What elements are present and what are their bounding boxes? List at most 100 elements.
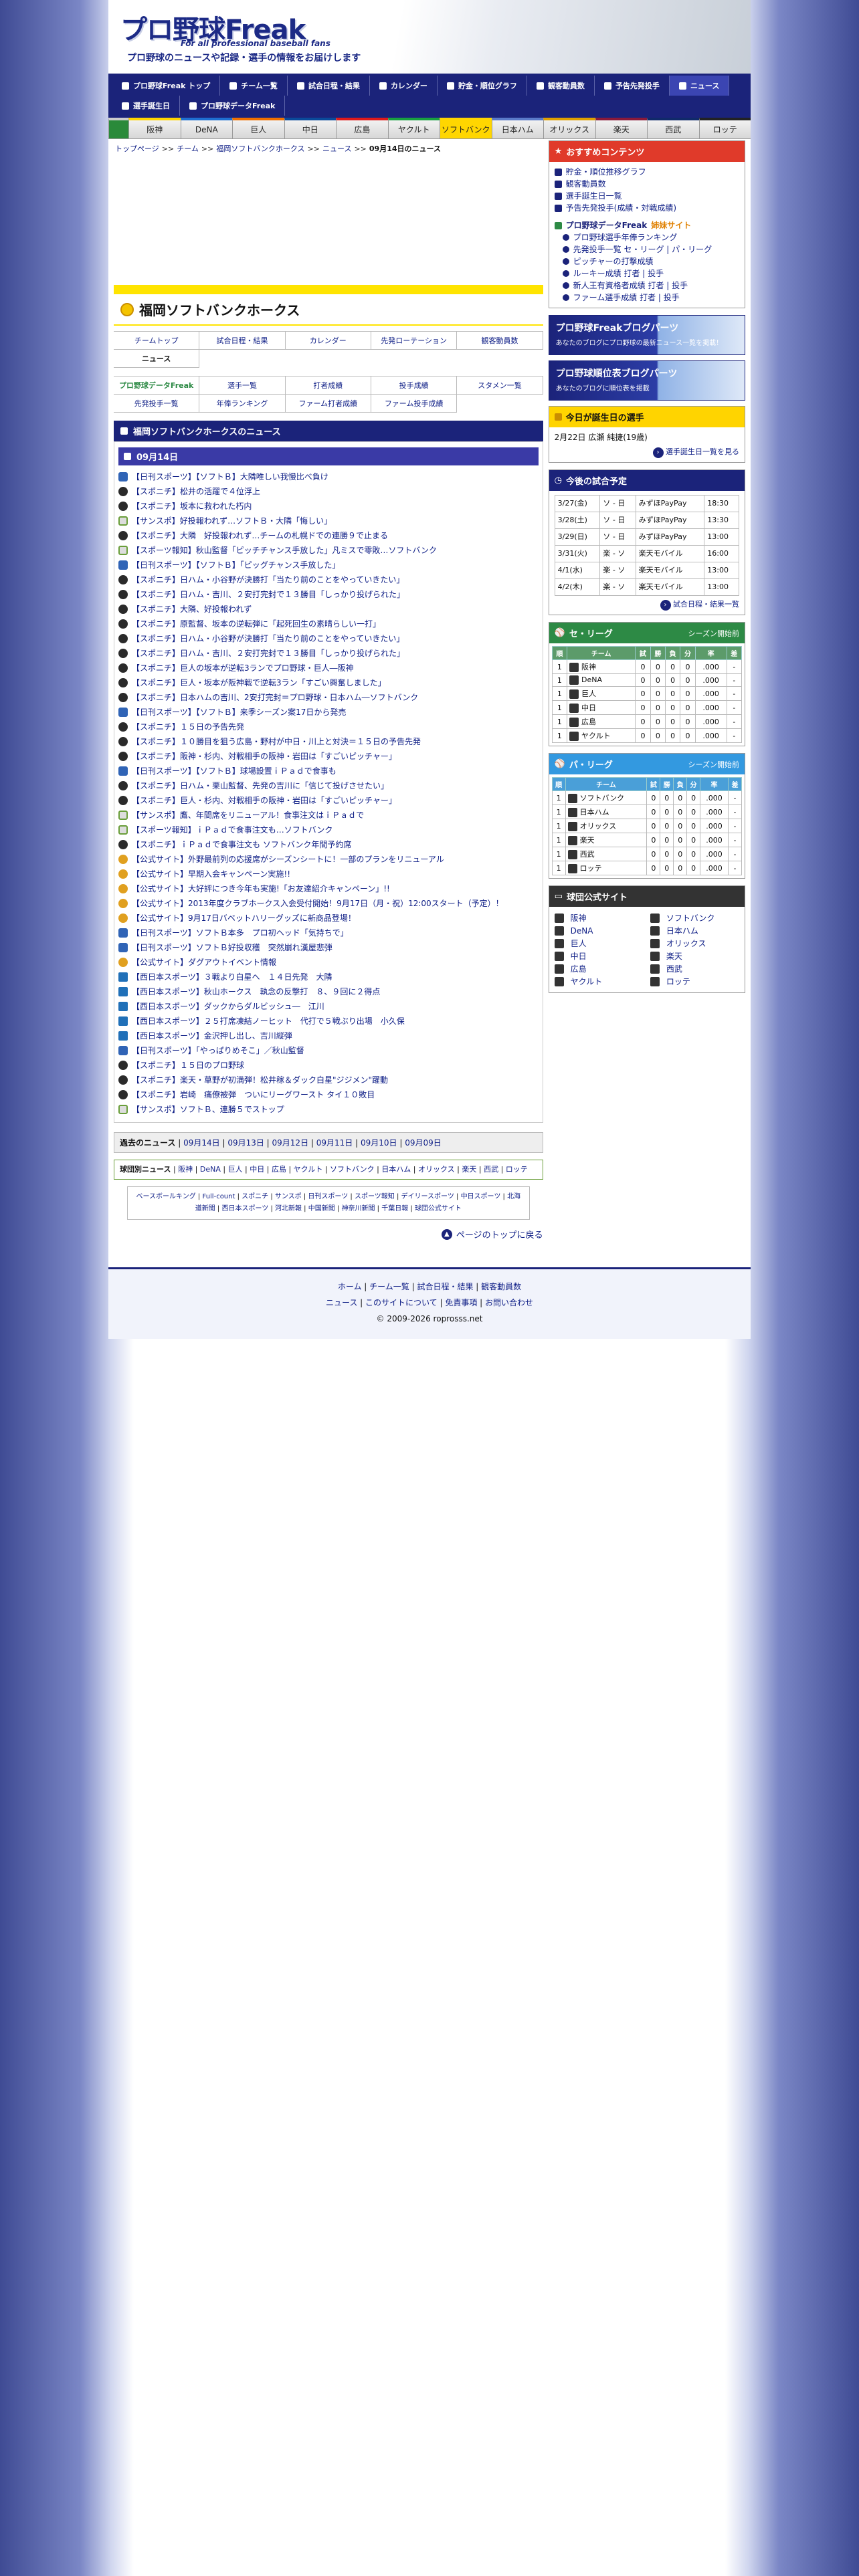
news-item[interactable]: 【スポニチ】原監督、坂本の逆転弾に「起死回生の素晴らしい一打」: [118, 617, 539, 631]
standings-team[interactable]: 阪神: [566, 659, 636, 674]
news-item[interactable]: 【西日本スポーツ】３戦より白星へ １４日先発 大隣: [118, 970, 539, 984]
news-item[interactable]: 【公式サイト】大好評につき今年も実施!「お友達紹介キャンペーン」!!: [118, 881, 539, 896]
official-site-name[interactable]: 広島: [571, 963, 587, 974]
news-link[interactable]: 【スポニチ】坂本に救われた朽内: [132, 500, 252, 512]
data-freak-link[interactable]: 先発投手一覧 セ・リーグ | パ・リーグ: [573, 243, 712, 255]
media-link[interactable]: 千葉日報: [381, 1205, 408, 1212]
news-item[interactable]: 【スポニチ】坂本に救われた朽内: [118, 499, 539, 514]
news-link[interactable]: 【サンスポ】好投報われず…ソフトＢ・大隣「悔しい」: [132, 515, 332, 527]
news-link[interactable]: 【スポニチ】ｉＰａｄで食事注文も ソフトバンク年間予約席: [132, 839, 351, 851]
schedule-row[interactable]: 3/28(土) ソ - 日みずほPayPay 13:30: [554, 512, 739, 529]
media-link[interactable]: 日刊スポーツ: [308, 1193, 348, 1200]
data-subnav-item[interactable]: 先発投手一覧: [114, 395, 200, 413]
footer-link[interactable]: 試合日程・結果: [417, 1282, 473, 1291]
team-tab[interactable]: 中日: [284, 118, 336, 138]
recommend-item[interactable]: 選手誕生日一覧: [554, 190, 739, 202]
breadcrumb-link[interactable]: ニュース: [322, 144, 351, 153]
data-freak-item[interactable]: ルーキー成績 打者 | 投手: [562, 267, 739, 280]
news-link[interactable]: 【スポニチ】岩崎 痛僚被弾 ついにリーグワースト タイ１０敗目: [132, 1089, 375, 1101]
news-link[interactable]: 【サンスポ】ソフトＢ、連勝５でストップ: [132, 1103, 284, 1115]
news-item[interactable]: 【スポニチ】日ハム・小谷野が決勝打「当たり前のことをやっていきたい」: [118, 631, 539, 646]
team-tab[interactable]: オリックス: [543, 118, 595, 138]
data-freak-link[interactable]: ファーム選手成績 打者 | 投手: [573, 292, 680, 304]
official-site-name[interactable]: ヤクルト: [571, 976, 603, 987]
news-link[interactable]: 【西日本スポーツ】２５打席凍結ノーヒット 代打で５戦ぶり出場 小久保: [132, 1015, 405, 1027]
official-site-link[interactable]: ソフトバンク: [650, 912, 739, 924]
team-news-link[interactable]: 楽天: [462, 1165, 476, 1174]
news-link[interactable]: 【公式サイト】ダグアウトイベント情報: [132, 956, 276, 968]
team-tab[interactable]: 広島: [336, 118, 388, 138]
schedule-row[interactable]: 4/1(水) 楽 - ソ楽天モバイル 13:00: [554, 562, 739, 579]
data-subnav-item[interactable]: ファーム打者成績: [285, 395, 371, 413]
news-link[interactable]: 【西日本スポーツ】ダックからダルビッシュ― 江川: [132, 1000, 324, 1012]
team-news-link[interactable]: ロッテ: [506, 1165, 528, 1174]
standings-team[interactable]: 日本ハム: [565, 804, 648, 819]
news-link[interactable]: 【公式サイト】早期入会キャンペーン実施!!: [132, 868, 290, 880]
past-news-date[interactable]: 09月14日: [183, 1138, 220, 1148]
team-tab[interactable]: 阪神: [128, 118, 181, 138]
news-item[interactable]: 【スポニチ】岩崎 痛僚被弾 ついにリーグワースト タイ１０敗目: [118, 1087, 539, 1102]
news-link[interactable]: 【日刊スポーツ】ソフトＢ好投収穫 突然崩れ漢屋悲弾: [132, 942, 332, 954]
news-item[interactable]: 【スポニチ】日ハム・栗山監督、先発の吉川に「信じて投げさせたい」: [118, 778, 539, 793]
news-link[interactable]: 【公式サイト】9月17日バベットハリーグッズに新商品登場！: [132, 912, 356, 924]
official-site-name[interactable]: ソフトバンク: [666, 912, 715, 924]
gnav-item[interactable]: 観客動員数: [527, 76, 595, 96]
data-freak-link[interactable]: 新人王有資格者成績 打者 | 投手: [573, 280, 688, 292]
news-link[interactable]: 【スポーツ報知】秋山監督「ピッチチャンス手放した」凡ミスで零敗…ソフトバンク: [132, 544, 437, 556]
blog-parts-banner[interactable]: プロ野球Freakブログパーツ あなたのブログにプロ野球の最新ニュース一覧を掲載…: [548, 315, 745, 355]
birthday-more[interactable]: › 選手誕生日一覧を見る: [555, 443, 739, 458]
news-link[interactable]: 【スポニチ】楽天・草野が初満弾！松井稼＆ダック白星"ジジメン"躍動: [132, 1074, 388, 1086]
official-site-link[interactable]: 広島: [554, 963, 644, 974]
news-link[interactable]: 【日刊スポーツ】【ソフトＢ】「ピッグチャンス手放した」: [132, 559, 340, 571]
gnav-item[interactable]: チーム一覧: [220, 76, 288, 96]
data-freak-link[interactable]: プロ野球選手年俸ランキング: [573, 231, 678, 243]
standings-team[interactable]: オリックス: [565, 819, 648, 833]
media-link[interactable]: 中国新聞: [308, 1205, 335, 1212]
data-subnav-item[interactable]: 打者成績: [285, 377, 371, 395]
footer-link[interactable]: ホーム: [338, 1282, 362, 1291]
team-news-link[interactable]: 巨人: [228, 1165, 243, 1174]
news-item[interactable]: 【スポニチ】大隣 好投報われず…チームの札幌ドでの連勝９で止まる: [118, 528, 539, 543]
gnav-item[interactable]: 選手誕生日: [112, 96, 180, 116]
footer-link[interactable]: お問い合わせ: [485, 1298, 533, 1307]
team-tab[interactable]: DeNA: [180, 118, 232, 138]
standings-team[interactable]: 巨人: [566, 686, 636, 701]
news-item[interactable]: 【スポーツ報知】秋山監督「ピッチチャンス手放した」凡ミスで零敗…ソフトバンク: [118, 543, 539, 558]
official-site-link[interactable]: 西武: [650, 963, 739, 974]
team-news-link[interactable]: DeNA: [200, 1165, 221, 1174]
footer-link[interactable]: 観客動員数: [481, 1282, 521, 1291]
data-freak-item[interactable]: ファーム選手成績 打者 | 投手: [562, 292, 739, 304]
data-freak-title[interactable]: プロ野球データFreak: [566, 219, 648, 231]
media-link[interactable]: Full-count: [202, 1193, 235, 1200]
team-tab[interactable]: 西武: [647, 118, 699, 138]
team-tab[interactable]: ロッテ: [698, 118, 751, 138]
recommend-link[interactable]: 貯金・順位推移グラフ: [566, 166, 646, 178]
past-news-date[interactable]: 09月13日: [227, 1138, 264, 1148]
standings-team[interactable]: 広島: [566, 714, 636, 729]
media-link[interactable]: デイリースポーツ: [401, 1193, 454, 1200]
recommend-item[interactable]: 観客動員数: [554, 178, 739, 190]
team-news-link[interactable]: 日本ハム: [381, 1165, 411, 1174]
schedule-more[interactable]: › 試合日程・結果一覧: [555, 596, 739, 611]
data-freak-item[interactable]: ピッチャーの打撃成績: [562, 255, 739, 267]
news-link[interactable]: 【スポニチ】日ハム・小谷野が決勝打「当たり前のことをやっていきたい」: [132, 633, 404, 645]
recommend-item[interactable]: 貯金・順位推移グラフ: [554, 166, 739, 178]
data-freak-item[interactable]: 新人王有資格者成績 打者 | 投手: [562, 280, 739, 292]
past-news-date[interactable]: 09月11日: [316, 1138, 353, 1148]
news-link[interactable]: 【日刊スポーツ】【ソフトＢ】来季シーズン案17日から発売: [132, 706, 346, 718]
news-item[interactable]: 【公式サイト】早期入会キャンペーン実施!!: [118, 867, 539, 881]
official-site-link[interactable]: オリックス: [650, 938, 739, 949]
breadcrumb-link[interactable]: トップページ: [115, 144, 159, 153]
news-link[interactable]: 【西日本スポーツ】秋山ホークス 執念の反撃打 ８、９回に２得点: [132, 986, 380, 998]
news-item[interactable]: 【スポニチ】楽天・草野が初満弾！松井稼＆ダック白星"ジジメン"躍動: [118, 1073, 539, 1087]
official-site-name[interactable]: 阪神: [571, 912, 587, 924]
back-to-top-link[interactable]: ページのトップに戻る: [456, 1228, 543, 1241]
gnav-item[interactable]: カレンダー: [370, 76, 438, 96]
team-news-link[interactable]: 中日: [250, 1165, 264, 1174]
standings-team[interactable]: ロッテ: [565, 861, 648, 875]
news-link[interactable]: 【スポニチ】大隣、好投報われず: [132, 603, 252, 615]
team-subnav-item[interactable]: 先発ローテーション: [371, 332, 458, 350]
news-item[interactable]: 【スポニチ】巨人・杉内、対戦相手の阪神・岩田は「すごいピッチャー」: [118, 793, 539, 808]
data-freak-link[interactable]: ルーキー成績 打者 | 投手: [573, 267, 664, 280]
news-item[interactable]: 【スポニチ】１０勝目を狙う広島・野村が中日・川上と対決＝１５日の予告先発: [118, 734, 539, 749]
